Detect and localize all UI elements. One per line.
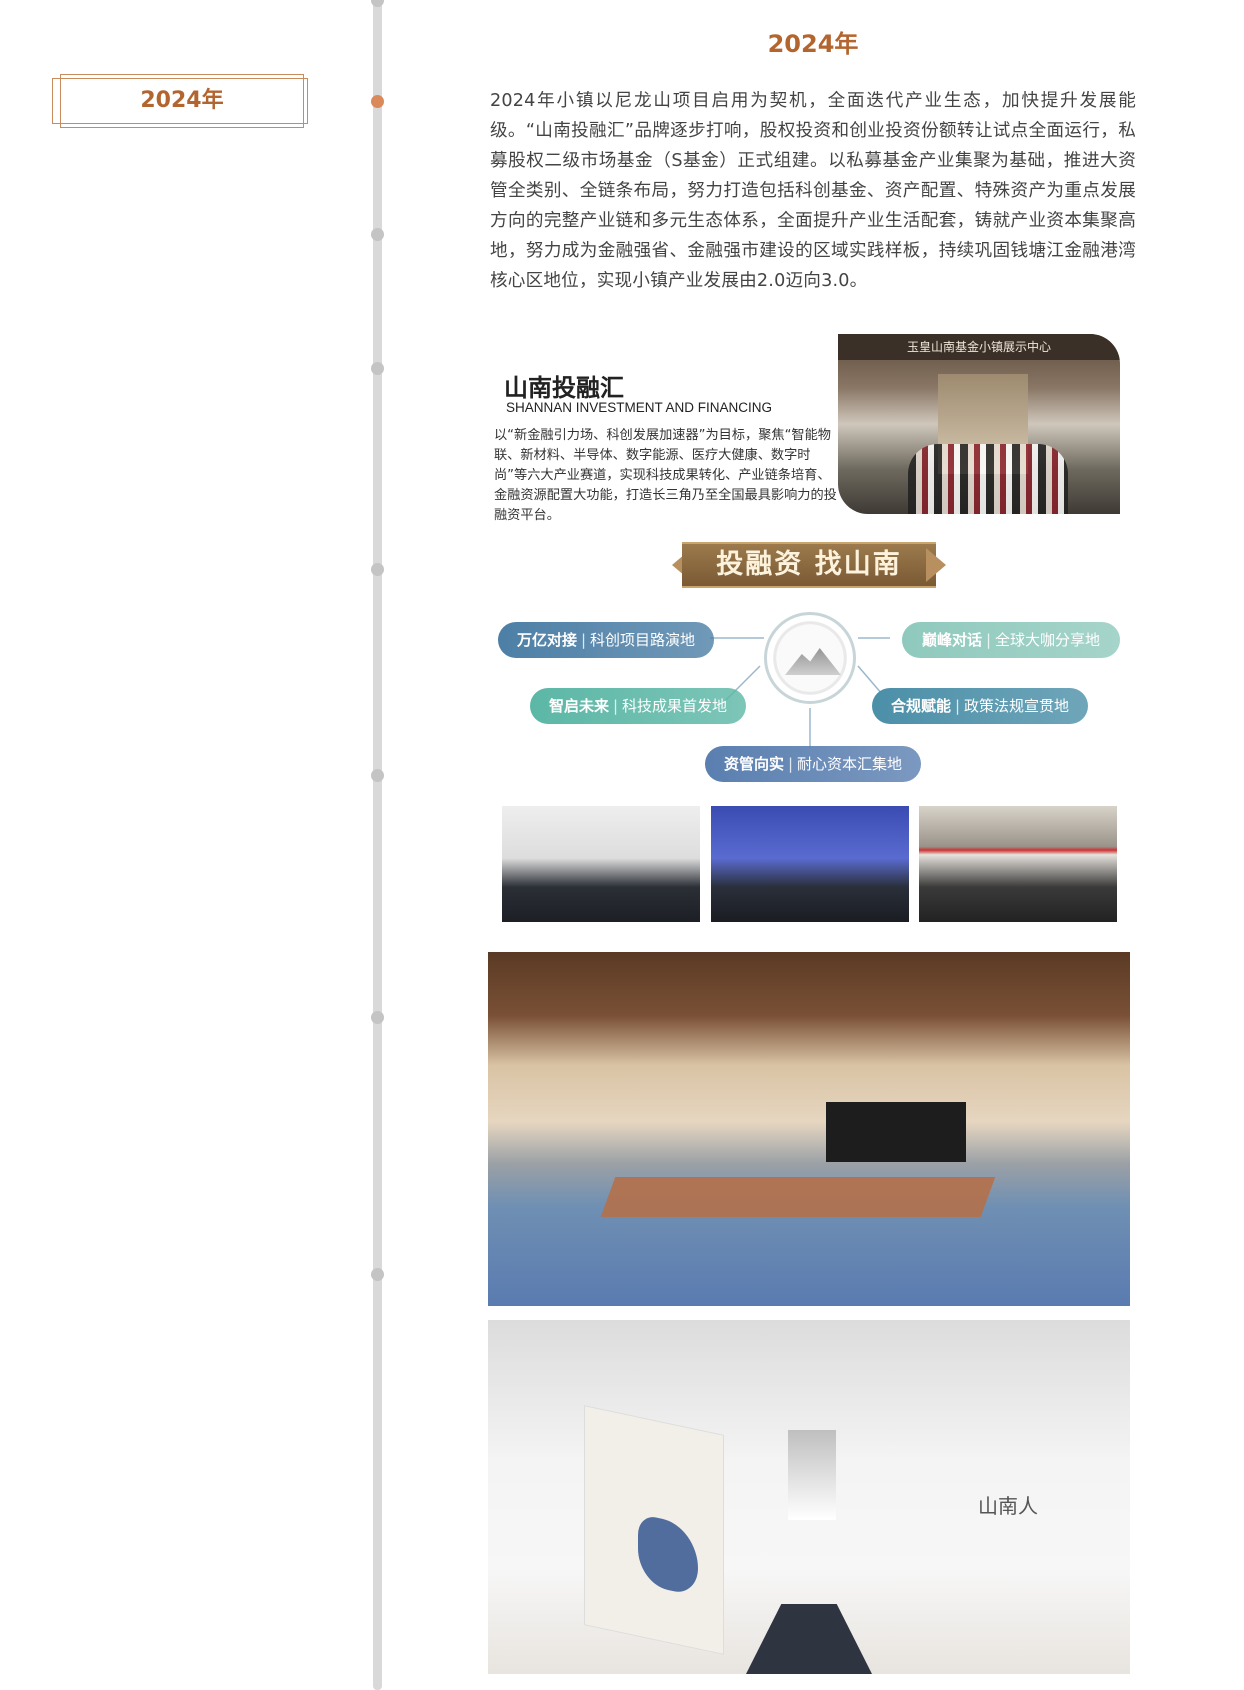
event-photo-forum	[711, 806, 909, 922]
center-logo	[764, 612, 856, 704]
pill-strong: 万亿对接	[516, 631, 577, 649]
year-tag-label: 2024年	[140, 88, 224, 113]
timeline-dot[interactable]	[371, 362, 384, 375]
pill-capital[interactable]: 资管向实 | 耐心资本汇集地	[705, 746, 921, 782]
pill-future[interactable]: 智启未来 | 科技成果首发地	[530, 688, 746, 724]
pill-strong: 资管向实	[723, 755, 784, 773]
pill-strong: 合规赋能	[890, 697, 951, 715]
mountain-icon	[785, 648, 841, 675]
timeline-dot-active[interactable]	[371, 95, 384, 108]
slogan-banner: 投融资 找山南	[672, 542, 946, 588]
pill-strong: 巅峰对话	[921, 631, 982, 649]
corridor-photo: 山南人	[488, 1320, 1130, 1674]
timeline-dot[interactable]	[371, 1268, 384, 1281]
pill-text: 政策法规宣贯地	[964, 697, 1070, 715]
photo-sign: 玉皇山南基金小镇展示中心	[838, 334, 1120, 360]
timeline-dot[interactable]	[371, 563, 384, 576]
pill-text: 科技成果首发地	[622, 697, 728, 715]
pill-compliance[interactable]: 合规赋能 | 政策法规宣贯地	[872, 688, 1088, 724]
hall-screen	[826, 1102, 966, 1162]
year-tag[interactable]: 2024年	[52, 74, 312, 128]
brand-title: 山南投融汇	[504, 373, 624, 402]
hall-table	[600, 1177, 996, 1217]
brand-description: 以“新金融引力场、科创发展加速器”为目标，聚焦“智能物联、新材料、半导体、数字能…	[494, 428, 837, 523]
pill-roadshow[interactable]: 万亿对接 | 科创项目路演地	[498, 622, 714, 658]
photo-people	[908, 444, 1068, 514]
timeline-dot[interactable]	[371, 228, 384, 241]
section-heading: 2024年	[767, 30, 859, 58]
pill-text: 科创项目路演地	[590, 631, 696, 649]
corridor-carpet	[746, 1604, 872, 1674]
pill-dialogue[interactable]: 巅峰对话 | 全球大咖分享地	[902, 622, 1120, 658]
pill-text: 耐心资本汇集地	[797, 755, 903, 773]
meeting-hall-photo	[488, 952, 1130, 1306]
event-photo-conference	[919, 806, 1117, 922]
section-intro: 2024年小镇以尼龙山项目启用为契机，全面迭代产业生态，加快提升发展能级。“山南…	[490, 91, 1136, 291]
timeline-dot[interactable]	[371, 1011, 384, 1024]
banner-text: 投融资 找山南	[716, 549, 902, 580]
group-photo: 玉皇山南基金小镇展示中心	[838, 334, 1120, 514]
brand-subtitle: SHANNAN INVESTMENT AND FINANCING	[506, 400, 773, 415]
event-photo-robotics	[502, 806, 700, 922]
pill-text: 全球大咖分享地	[995, 631, 1101, 649]
pill-strong: 智启未来	[548, 697, 609, 715]
corridor-stairs	[788, 1430, 836, 1520]
corridor-sign: 山南人	[978, 1494, 1038, 1518]
timeline-dot[interactable]	[371, 769, 384, 782]
timeline-line	[373, 0, 382, 1690]
